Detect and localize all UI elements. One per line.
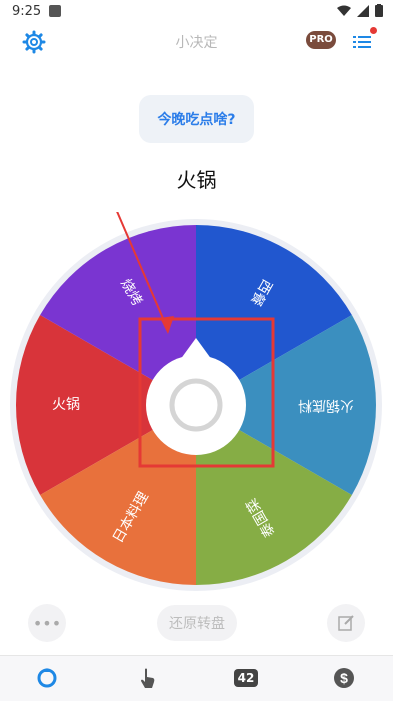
battery-icon <box>375 4 383 17</box>
action-row: ••• 还原转盘 <box>0 603 393 643</box>
reset-wheel-button[interactable]: 还原转盘 <box>157 605 237 641</box>
status-time: 9:25 <box>12 3 42 19</box>
dollar-icon: $ <box>334 668 354 688</box>
wheel-segment-label: 火锅底料 <box>298 397 354 413</box>
more-icon: ••• <box>32 613 62 633</box>
finger-icon <box>141 668 155 688</box>
spin-wheel[interactable]: 火锅烧烤 西餐火锅底料泰国菜日本料理 <box>0 212 393 602</box>
more-button[interactable]: ••• <box>28 604 66 642</box>
list-icon <box>353 36 371 48</box>
tab-wheel[interactable] <box>33 664 61 692</box>
spin-button[interactable] <box>146 355 246 455</box>
status-icons <box>337 4 383 17</box>
tab-finger[interactable] <box>134 664 162 692</box>
pro-badge[interactable]: PRO <box>306 31 336 49</box>
tab-dollar[interactable]: $ <box>330 664 358 692</box>
app-bar: 小决定 PRO <box>0 22 393 62</box>
svg-text:$: $ <box>340 670 348 686</box>
notification-dot <box>370 27 377 34</box>
list-menu-button[interactable] <box>350 27 377 54</box>
edit-icon <box>338 615 354 631</box>
count-badge: 42 <box>233 669 259 687</box>
tab-count[interactable]: 42 <box>232 664 260 692</box>
notification-icon <box>49 5 62 17</box>
wifi-icon <box>337 5 351 16</box>
wheel-segment-label: 火锅 <box>52 397 80 413</box>
wheel-tab-icon <box>37 668 57 688</box>
signal-icon <box>357 4 369 17</box>
edit-button[interactable] <box>327 604 365 642</box>
result-text: 火锅 <box>176 168 217 192</box>
status-bar: 9:25 <box>0 0 393 22</box>
tab-bar: 42 $ <box>0 655 393 701</box>
question-bubble[interactable]: 今晚吃点啥? <box>139 95 254 143</box>
